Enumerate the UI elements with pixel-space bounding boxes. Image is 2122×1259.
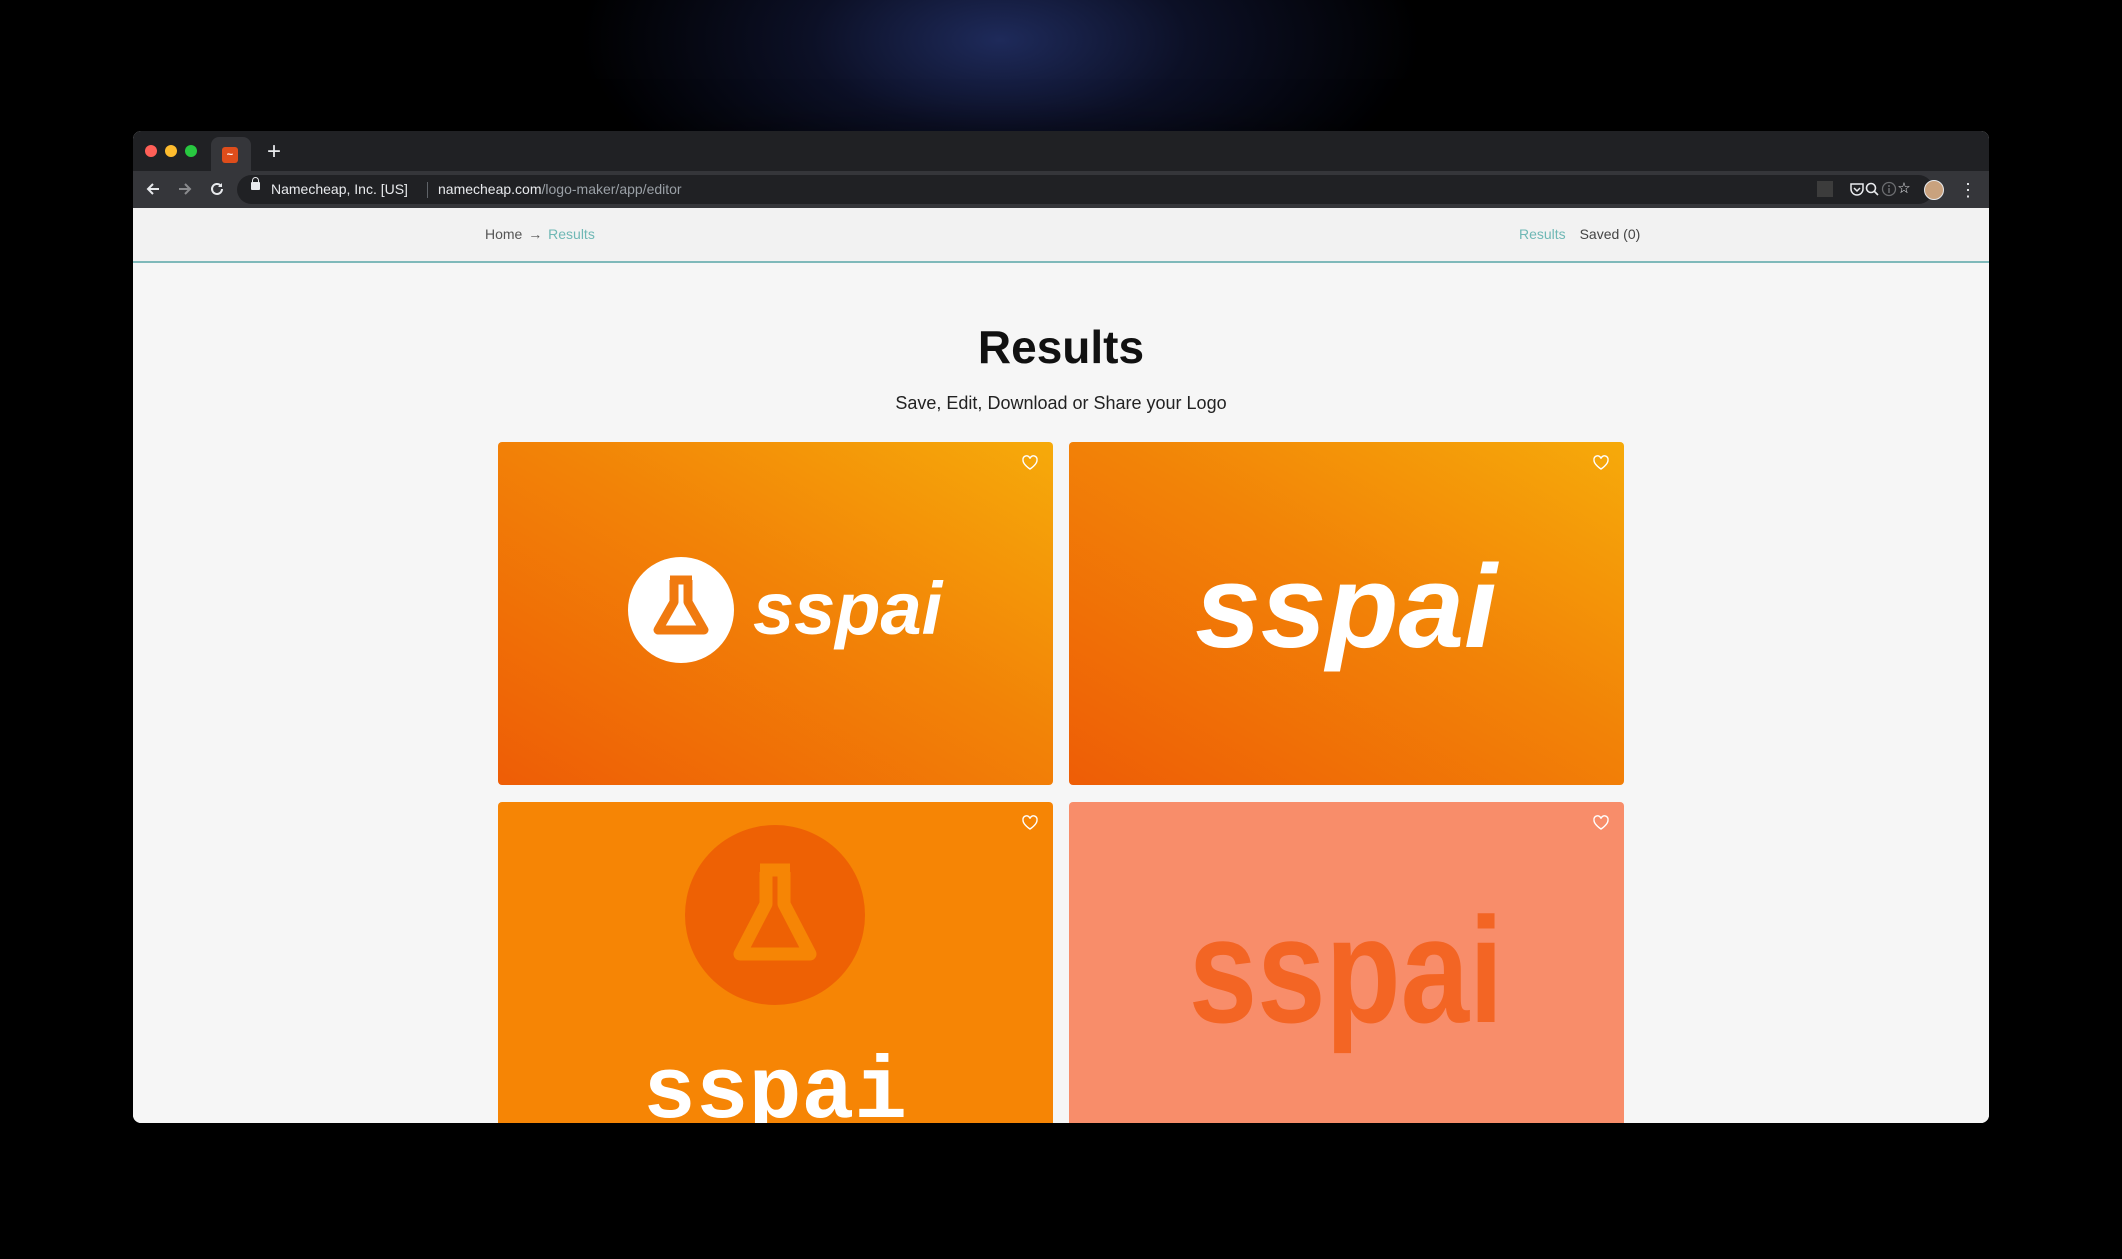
breadcrumb: Home → Results — [485, 208, 595, 261]
browser-tab[interactable]: ~ — [211, 137, 251, 171]
extension-icon[interactable] — [1817, 181, 1833, 197]
back-arrow-icon[interactable] — [141, 177, 165, 201]
reload-icon[interactable] — [205, 177, 229, 201]
breadcrumb-arrow-icon: → — [528, 226, 543, 242]
forward-arrow-icon[interactable] — [173, 177, 197, 201]
logo-card[interactable]: sspai — [1069, 442, 1624, 785]
logo-wordmark: sspai — [1195, 541, 1499, 673]
tab-bar: ~ + — [133, 131, 1989, 171]
heart-icon[interactable] — [1021, 814, 1039, 832]
logo-art-1: sspai — [628, 557, 944, 663]
site-identity: Namecheap, Inc. [US] — [271, 181, 408, 197]
logo-card[interactable]: sspai — [498, 802, 1053, 1123]
heart-icon[interactable] — [1592, 454, 1610, 472]
logo-art-3: sspai — [643, 825, 907, 1123]
new-tab-icon[interactable]: + — [259, 137, 289, 167]
url-domain: namecheap.com — [438, 181, 542, 197]
namecheap-favicon-icon: ~ — [222, 147, 238, 163]
logo-card[interactable]: sspai — [1069, 802, 1624, 1123]
divider — [427, 182, 428, 198]
url-path: /logo-maker/app/editor — [541, 181, 682, 197]
close-window-button[interactable] — [145, 145, 157, 157]
logo-wordmark: sspai — [1189, 887, 1504, 1054]
saved-link[interactable]: Saved (0) — [1580, 226, 1641, 242]
heart-icon[interactable] — [1592, 814, 1610, 832]
logo-card[interactable]: sspai — [498, 442, 1053, 785]
results-saved-nav: Results Saved (0) — [1519, 208, 1640, 261]
minimize-window-button[interactable] — [165, 145, 177, 157]
browser-window: ~ + Namecheap, Inc. [US] namecheap.com/l… — [133, 131, 1989, 1123]
pocket-icon[interactable] — [1849, 181, 1865, 197]
browser-toolbar: Namecheap, Inc. [US] namecheap.com/logo-… — [133, 171, 1989, 208]
maximize-window-button[interactable] — [185, 145, 197, 157]
url-text[interactable]: namecheap.com/logo-maker/app/editor — [438, 175, 682, 204]
heart-icon[interactable] — [1021, 454, 1039, 472]
logo-art-2: sspai — [1195, 541, 1499, 673]
page-title: Results — [977, 321, 1145, 373]
info-icon[interactable] — [1881, 181, 1897, 197]
lock-icon — [251, 177, 260, 190]
kebab-menu-icon[interactable]: ⋮ — [1959, 179, 1977, 201]
logo-wordmark: sspai — [753, 567, 944, 650]
breadcrumb-current: Results — [548, 226, 595, 242]
address-bar[interactable]: Namecheap, Inc. [US] namecheap.com/logo-… — [237, 175, 1933, 204]
logo-wordmark: sspai — [643, 1045, 907, 1123]
results-link[interactable]: Results — [1519, 226, 1566, 242]
subnav-bar: Home → Results Results Saved (0) — [133, 208, 1989, 263]
breadcrumb-home[interactable]: Home — [485, 226, 522, 242]
page-content: Home → Results Results Saved (0) Results… — [133, 208, 1989, 1123]
page-subtitle: Save, Edit, Download or Share your Logo — [895, 393, 1227, 413]
profile-avatar[interactable] — [1924, 180, 1944, 200]
logo-art-4: sspai — [1189, 887, 1504, 1054]
